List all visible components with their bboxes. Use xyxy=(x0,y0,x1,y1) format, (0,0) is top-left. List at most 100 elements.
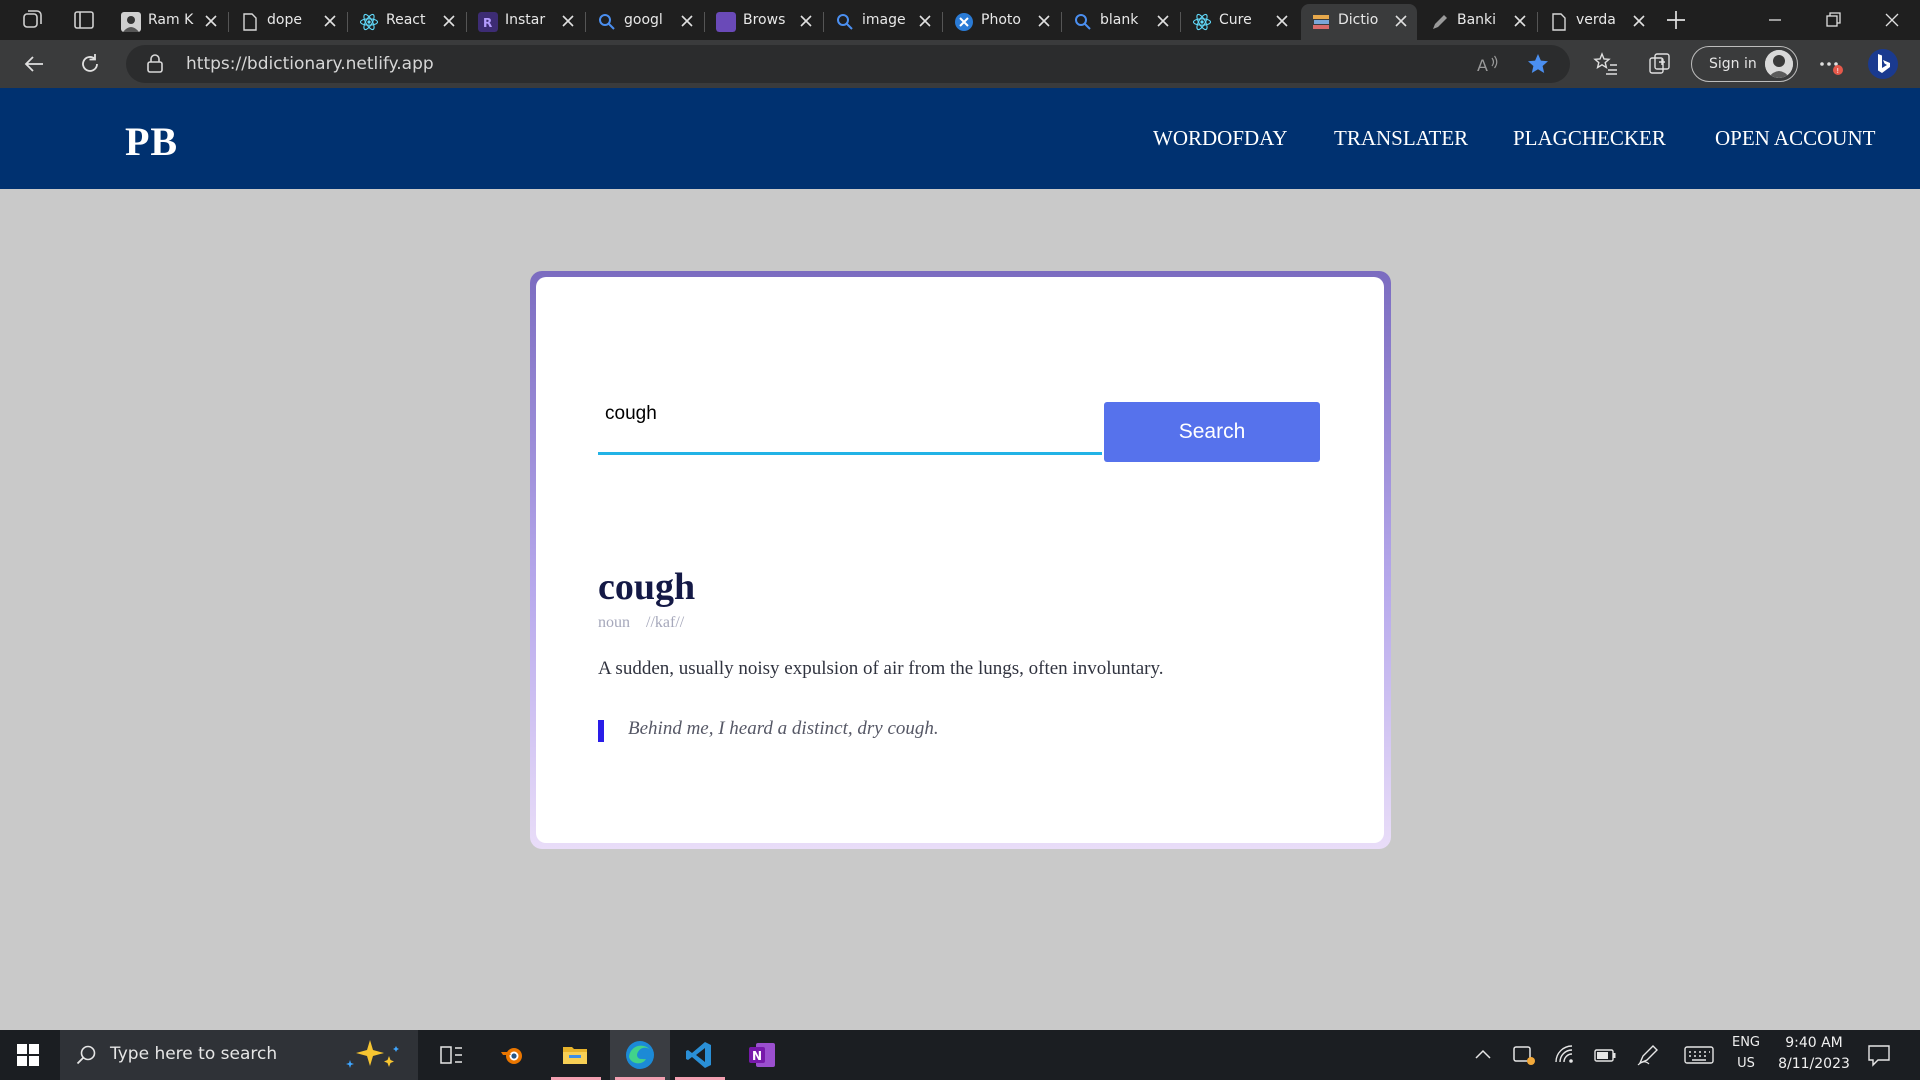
close-tab-icon[interactable] xyxy=(1036,13,1052,29)
result-word: cough xyxy=(598,566,696,608)
lock-icon[interactable] xyxy=(146,54,164,74)
region-label[interactable]: US xyxy=(1726,1056,1766,1071)
nav-link-wordofday[interactable]: WORDOFDAY xyxy=(1153,126,1288,151)
new-tab-icon[interactable] xyxy=(1664,8,1688,32)
browser-tab[interactable]: Cure xyxy=(1182,4,1298,40)
clock-time[interactable]: 9:40 AM xyxy=(1770,1035,1858,1051)
tab-separator xyxy=(466,12,467,32)
browser-tab[interactable]: Brows xyxy=(706,4,822,40)
browser-tab-title: verda xyxy=(1576,12,1616,28)
svg-text:A: A xyxy=(1477,56,1488,75)
file-explorer-icon[interactable] xyxy=(560,1040,590,1070)
workspaces-icon[interactable] xyxy=(20,8,44,32)
edge-browser-icon[interactable] xyxy=(624,1039,656,1071)
wifi-icon[interactable] xyxy=(1552,1042,1578,1068)
colorful-logo-icon xyxy=(716,12,736,32)
address-bar[interactable]: https://bdictionary.netlify.app A xyxy=(126,45,1570,83)
site-navbar: PB WORDOFDAY TRANSLATER PLAGCHECKER OPEN… xyxy=(0,88,1920,189)
close-tab-icon[interactable] xyxy=(1631,13,1647,29)
show-hidden-icons-chevron-icon[interactable] xyxy=(1470,1042,1496,1068)
refresh-icon[interactable] xyxy=(77,51,103,77)
browser-tab[interactable]: googl xyxy=(587,4,703,40)
collections-icon[interactable] xyxy=(1647,51,1673,77)
close-window-icon[interactable] xyxy=(1882,10,1902,30)
close-tab-icon[interactable] xyxy=(1155,13,1171,29)
browser-tab[interactable]: React xyxy=(349,4,465,40)
browser-tab[interactable]: Banki xyxy=(1420,4,1536,40)
notifications-icon[interactable] xyxy=(1866,1042,1892,1068)
page-icon xyxy=(243,13,257,31)
close-tab-icon[interactable] xyxy=(1512,13,1528,29)
favorite-star-icon[interactable] xyxy=(1526,52,1550,76)
touch-keyboard-icon[interactable] xyxy=(1683,1042,1715,1068)
close-tab-icon[interactable] xyxy=(203,13,219,29)
sign-in-label: Sign in xyxy=(1709,56,1757,72)
url-text[interactable]: https://bdictionary.netlify.app xyxy=(186,54,434,74)
tab-actions-icon[interactable] xyxy=(72,8,96,32)
windows-start-icon[interactable] xyxy=(16,1043,40,1067)
bing-copilot-icon[interactable] xyxy=(1867,48,1899,80)
browser-tab-title: Instar xyxy=(505,12,546,28)
tab-separator xyxy=(585,12,586,32)
taskbar-search-box[interactable]: Type here to search xyxy=(60,1030,418,1080)
browser-tab-title: dope xyxy=(267,12,302,28)
browser-tab[interactable]: R Instar xyxy=(468,4,584,40)
sparkle-highlight-icon xyxy=(346,1040,399,1068)
close-tab-icon[interactable] xyxy=(1393,13,1409,29)
restore-icon[interactable] xyxy=(1823,10,1843,30)
clock-date[interactable]: 8/11/2023 xyxy=(1770,1056,1858,1072)
minimize-icon[interactable] xyxy=(1765,10,1785,30)
onenote-icon[interactable]: N xyxy=(747,1040,777,1070)
more-options-icon[interactable]: ! xyxy=(1817,51,1843,77)
search-icon xyxy=(1075,14,1091,30)
books-icon xyxy=(1313,15,1329,29)
nav-link-plagchecker[interactable]: PLAGCHECKER xyxy=(1513,126,1666,151)
definition-text: A sudden, usually noisy expulsion of air… xyxy=(598,658,1164,679)
pencil-icon xyxy=(1433,15,1447,29)
tab-separator xyxy=(1180,12,1181,32)
browser-tab[interactable]: blank xyxy=(1063,4,1179,40)
task-view-icon[interactable] xyxy=(436,1040,466,1070)
browser-tab-strip: Ram K dope React R Instar googl Brows image Phot… xyxy=(0,0,1920,40)
search-button[interactable]: Search xyxy=(1104,402,1320,462)
browser-tab-title: React xyxy=(386,12,426,28)
close-tab-icon[interactable] xyxy=(560,13,576,29)
meet-now-icon[interactable] xyxy=(1511,1042,1537,1068)
dictionary-card: Search cough noun //kaf// A sudden, usua… xyxy=(536,277,1384,843)
browser-tab[interactable]: dope xyxy=(230,4,346,40)
react-icon xyxy=(359,13,379,31)
tab-separator xyxy=(823,12,824,32)
close-tab-icon[interactable] xyxy=(798,13,814,29)
taskbar-search-placeholder: Type here to search xyxy=(110,1044,278,1064)
vscode-icon[interactable] xyxy=(684,1040,714,1070)
browser-tab[interactable]: Dictio xyxy=(1301,4,1417,40)
nav-link-open-account[interactable]: OPEN ACCOUNT xyxy=(1715,126,1875,151)
back-arrow-icon[interactable] xyxy=(22,51,48,77)
pen-workspace-icon[interactable] xyxy=(1635,1042,1661,1068)
nav-link-translater[interactable]: TRANSLATER xyxy=(1334,126,1468,151)
tab-separator xyxy=(1061,12,1062,32)
close-tab-icon[interactable] xyxy=(1274,13,1290,29)
browser-tab-title: Banki xyxy=(1457,12,1497,28)
read-aloud-icon[interactable]: A xyxy=(1475,52,1499,76)
word-search-input[interactable] xyxy=(598,397,1102,455)
svg-text:!: ! xyxy=(1836,67,1839,75)
part-of-speech: noun xyxy=(598,614,630,631)
tab-separator xyxy=(942,12,943,32)
example-quote-bar xyxy=(598,720,604,742)
close-tab-icon[interactable] xyxy=(441,13,457,29)
site-logo[interactable]: PB xyxy=(125,118,178,165)
browser-tab-title: blank xyxy=(1100,12,1139,28)
sign-in-button[interactable]: Sign in xyxy=(1691,46,1798,82)
browser-tab[interactable]: image xyxy=(825,4,941,40)
close-tab-icon[interactable] xyxy=(917,13,933,29)
browser-tab[interactable]: Ram K xyxy=(111,4,227,40)
browser-tab[interactable]: Photo xyxy=(944,4,1060,40)
favorites-icon[interactable] xyxy=(1593,51,1619,77)
language-label[interactable]: ENG xyxy=(1726,1035,1766,1050)
close-tab-icon[interactable] xyxy=(679,13,695,29)
close-tab-icon[interactable] xyxy=(322,13,338,29)
browser-tab[interactable]: verda xyxy=(1539,4,1655,40)
battery-icon[interactable] xyxy=(1592,1042,1618,1068)
blender-icon[interactable] xyxy=(497,1040,527,1070)
